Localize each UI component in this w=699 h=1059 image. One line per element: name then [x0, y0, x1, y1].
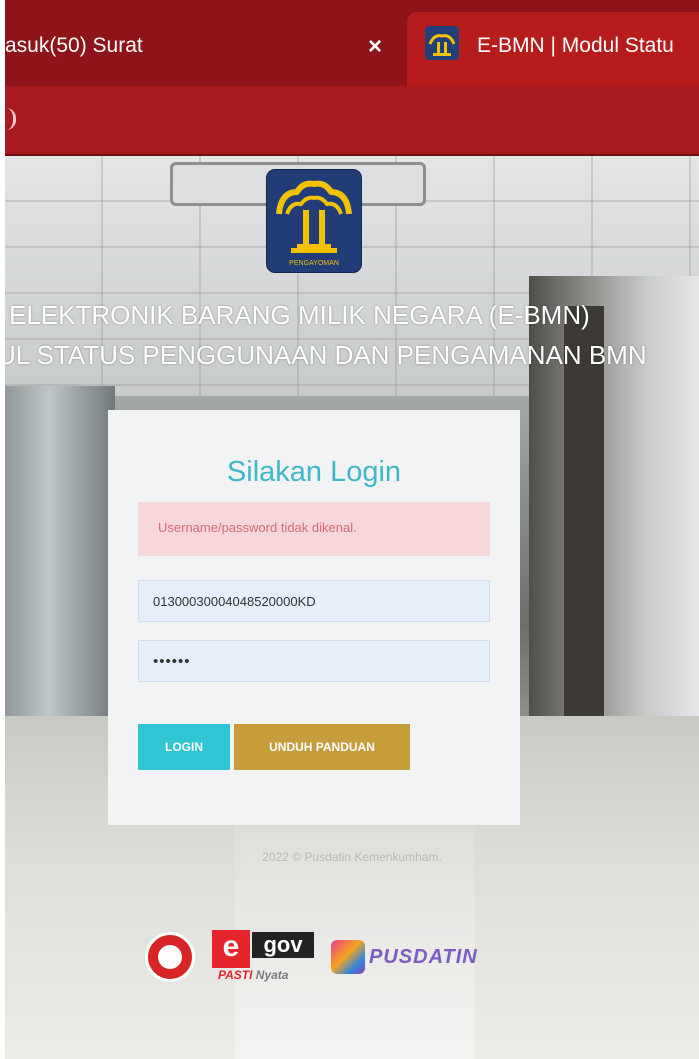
download-guide-button[interactable]: UNDUH PANDUAN: [234, 724, 410, 770]
tab-title: asuk(50) Surat: [5, 34, 143, 57]
browser-tab-bar: asuk(50) Surat × E-BMN | Modul Statu: [5, 0, 699, 86]
emblem-badge-icon[interactable]: [145, 932, 195, 982]
egov-tagline-a: PASTI: [218, 968, 253, 982]
toolbar-edge-icon: [5, 108, 16, 130]
egov-tagline-b: Nyata: [255, 968, 289, 982]
page-heading-line1: ELEKTRONIK BARANG MILIK NEGARA (E-BMN): [9, 300, 590, 330]
pusdatin-badge[interactable]: PUSDATIN: [331, 940, 491, 980]
pengayoman-tree-icon: PENGAYOMAN: [276, 180, 352, 267]
pengayoman-logo: PENGAYOMAN: [267, 170, 361, 272]
logo-caption: PENGAYOMAN: [289, 260, 339, 267]
pusdatin-wordmark: PUSDATIN: [369, 946, 478, 968]
egov-gov-mark: gov: [252, 932, 314, 958]
egov-badge[interactable]: e gov PASTI Nyata: [212, 930, 316, 982]
screenshot-frame: asuk(50) Surat × E-BMN | Modul Statu PEN…: [5, 0, 699, 1059]
tab-ebmn[interactable]: E-BMN | Modul Statu: [407, 12, 699, 86]
pusdatin-logo-icon: [331, 940, 365, 974]
login-error-alert: Username/password tidak dikenal.: [138, 502, 490, 556]
browser-toolbar: [5, 86, 699, 156]
egov-tagline: PASTI Nyata: [218, 968, 316, 984]
login-title: Silakan Login: [226, 456, 402, 488]
login-button[interactable]: LOGIN: [138, 724, 230, 770]
footer-copyright: 2022 © Pusdatin Kemenkumham.: [262, 850, 442, 864]
pengayoman-favicon-icon: [425, 26, 459, 60]
background-door: [564, 306, 604, 786]
username-input[interactable]: [138, 580, 490, 622]
emblem-face-icon: [158, 945, 182, 969]
page-heading-line2: UL STATUS PENGGUNAAN DAN PENGAMANAN BMN: [5, 340, 647, 370]
egov-e-mark: e: [212, 930, 250, 968]
close-icon[interactable]: ×: [360, 32, 390, 62]
login-card: Silakan Login Username/password tidak di…: [108, 410, 520, 825]
tab-title: E-BMN | Modul Statu: [477, 34, 674, 57]
password-input[interactable]: [138, 640, 490, 682]
tab-surat[interactable]: asuk(50) Surat ×: [5, 12, 405, 86]
footer-badges: e gov PASTI Nyata PUSDATIN: [5, 918, 699, 988]
